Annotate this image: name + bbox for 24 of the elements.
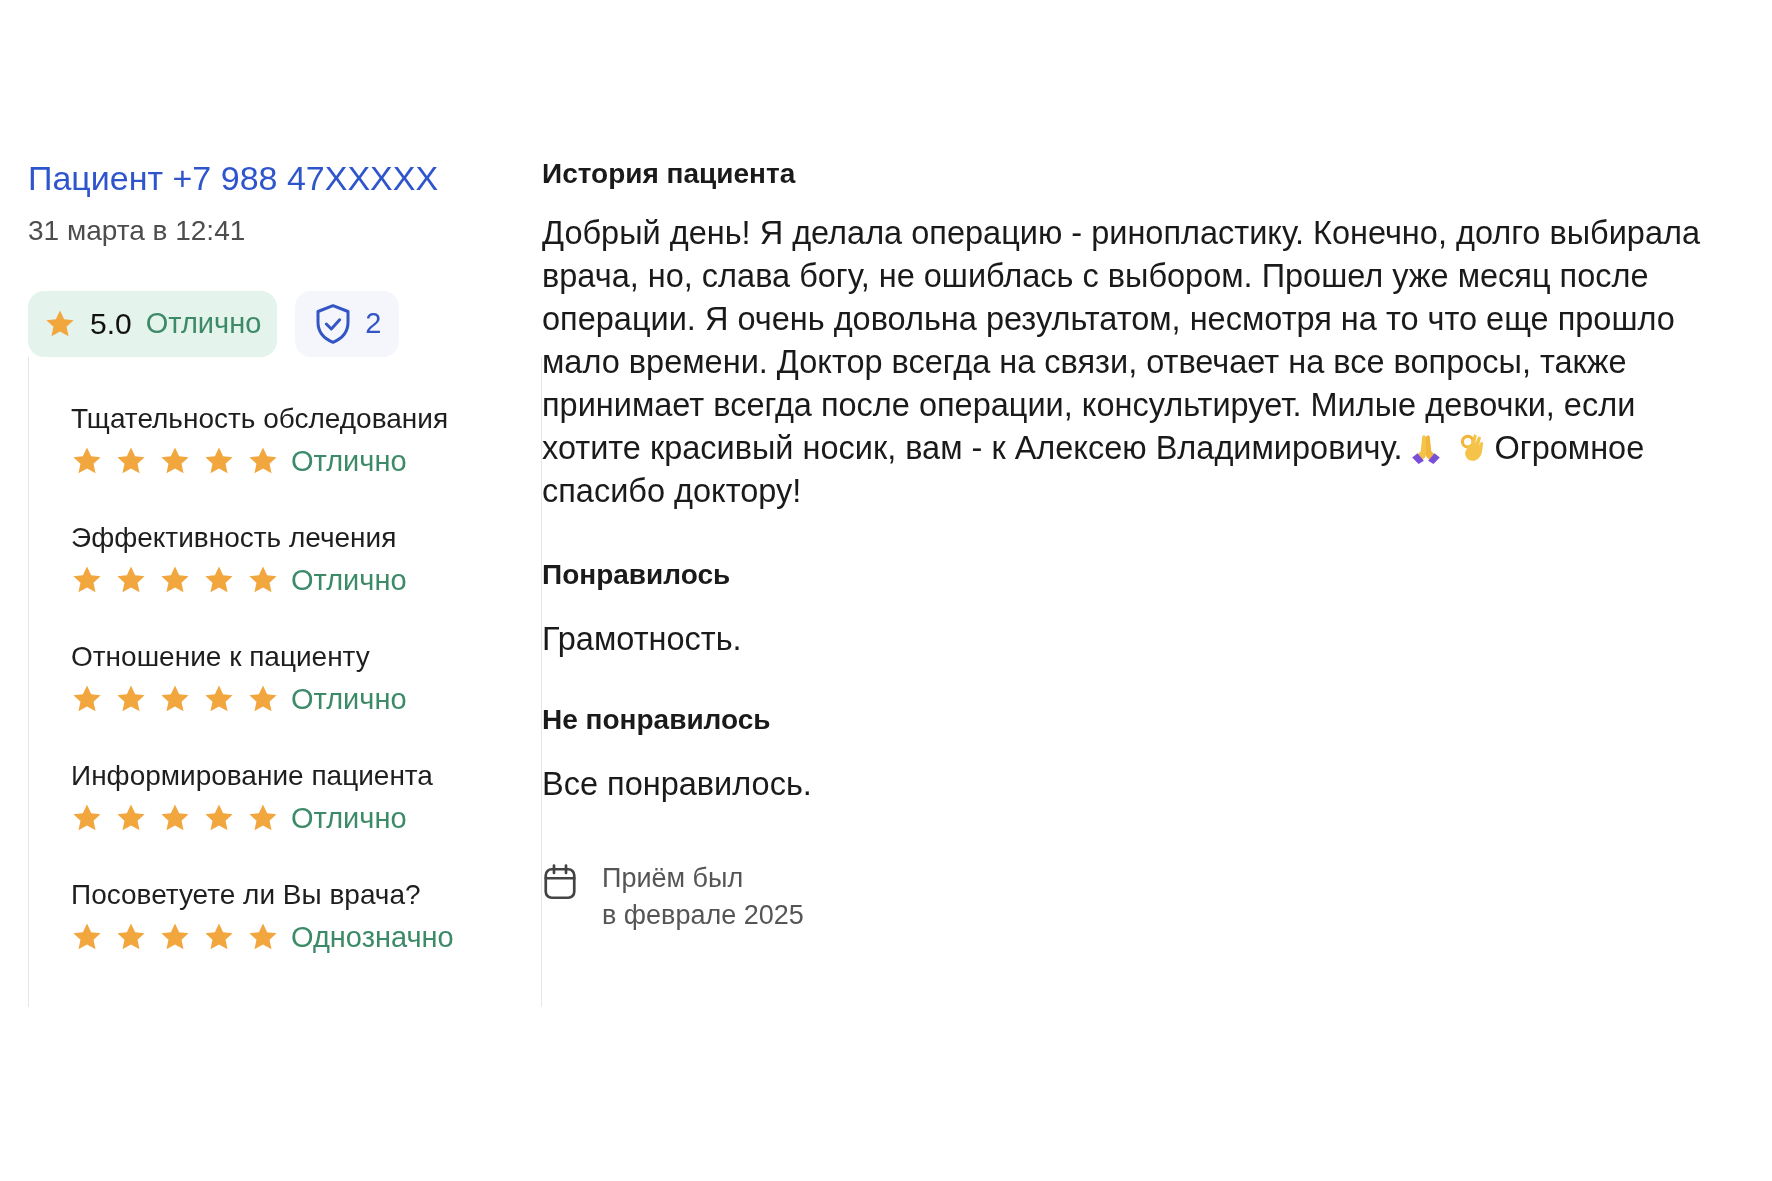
patient-name-link[interactable]: Пациент +7 988 47XXXXX xyxy=(28,158,542,199)
criterion-label: Информирование пациента xyxy=(71,759,434,792)
review-date: 31 марта в 12:41 xyxy=(28,214,247,247)
verified-count: 2 xyxy=(365,307,382,341)
criterion-verdict: Однозначно xyxy=(291,920,454,954)
criterion-verdict: Отлично xyxy=(291,563,407,597)
visit-date-text: в феврале 2025 xyxy=(602,900,804,931)
disliked-heading: Не понравилось xyxy=(542,704,772,736)
liked-text: Грамотность. xyxy=(542,621,743,658)
liked-heading: Понравилось xyxy=(542,559,732,591)
disliked-text: Все понравилось. xyxy=(542,766,813,803)
criterion-verdict: Отлично xyxy=(291,682,407,716)
calendar-icon xyxy=(542,863,578,901)
rating-score: 5.0 xyxy=(90,306,132,341)
criterion-label: Посоветуете ли Вы врача? xyxy=(71,878,422,911)
criterion-verdict: Отлично xyxy=(291,801,407,835)
review-text: Добрый день! Я делала операцию - ринопластику. Конечно, долго выбирала врача, но, слава богу, не ошиблась с выбором. Прошел уже месяц после операции. Я очень довольна результатом, несмотря на то что еще прошло мало времени. Доктор всегда на связи, отвечает на все вопросы, также принимает всегда после операции, консультирует. Милые девочки, если хотите красивый носик, вам - к Алексею Владимировичу. Огромное спасибо доктору! xyxy=(542,214,1702,511)
criterion-label: Эффективность лечения xyxy=(71,521,398,554)
story-heading: История пациента xyxy=(542,158,797,190)
criterion-label: Отношение к пациенту xyxy=(71,640,371,673)
visit-date-text: Приём был xyxy=(602,863,745,894)
criterion-verdict: Отлично xyxy=(291,444,407,478)
rating-verdict: Отлично xyxy=(145,307,262,341)
criterion-label: Тщательность обследования xyxy=(71,402,450,435)
